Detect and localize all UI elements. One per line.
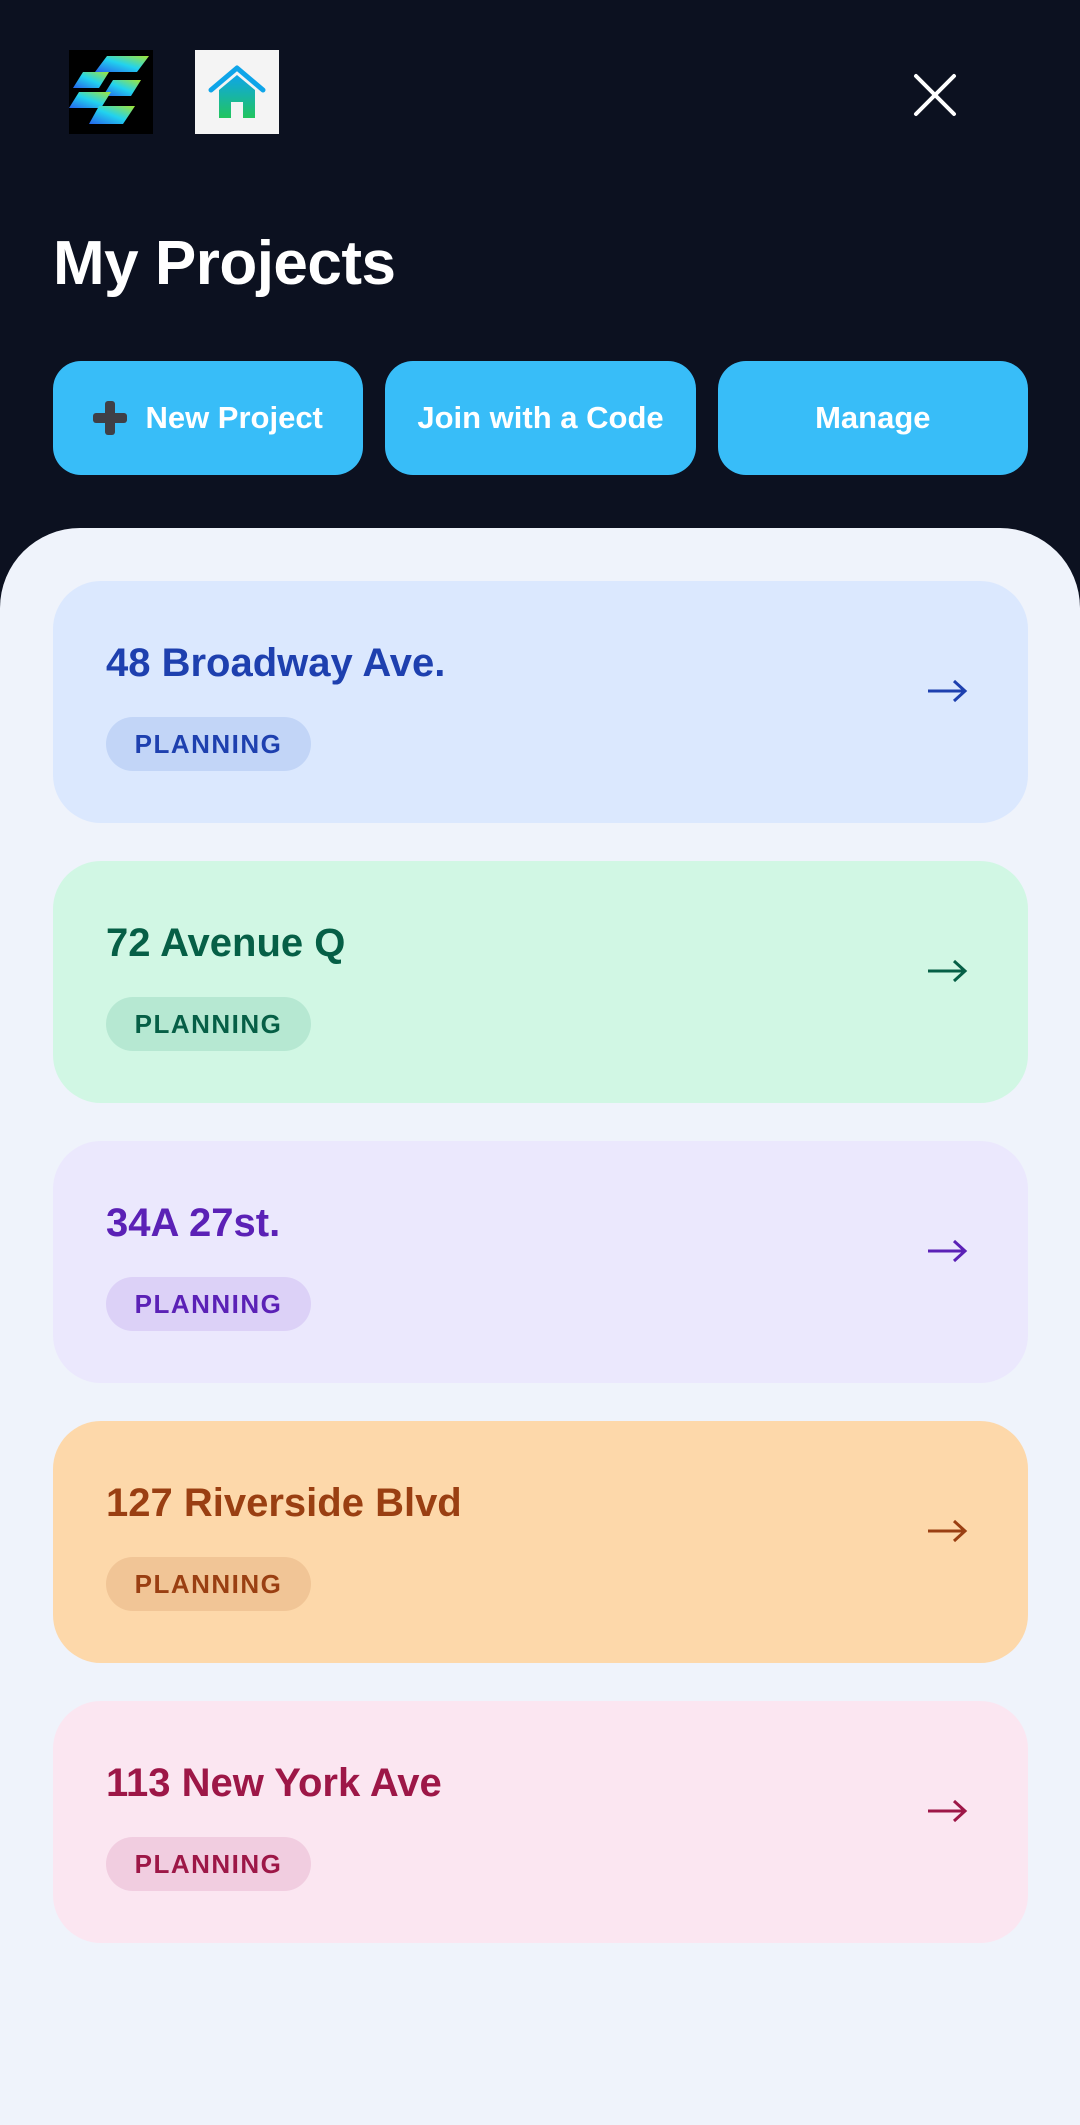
arrow-right-icon — [928, 1519, 968, 1543]
join-with-code-label: Join with a Code — [417, 400, 664, 435]
app-logo-icon — [69, 50, 153, 134]
project-card[interactable]: 72 Avenue Q PLANNING — [53, 861, 1028, 1103]
arrow-right-icon — [928, 1799, 968, 1823]
arrow-right-icon — [928, 959, 968, 983]
project-card[interactable]: 127 Riverside Blvd PLANNING — [53, 1421, 1028, 1663]
project-card[interactable]: 48 Broadway Ave. PLANNING — [53, 581, 1028, 823]
home-icon — [195, 50, 279, 134]
close-button[interactable] — [900, 60, 970, 130]
plus-icon — [93, 401, 128, 435]
status-badge: PLANNING — [106, 1557, 311, 1611]
new-project-button[interactable]: New Project — [53, 361, 364, 475]
project-name: 34A 27st. — [106, 1201, 281, 1245]
project-list: 48 Broadway Ave. PLANNING 72 Avenue Q PL… — [53, 581, 1028, 1981]
page-title: My Projects — [53, 229, 396, 298]
top-bar — [0, 0, 1080, 200]
project-name: 48 Broadway Ave. — [106, 641, 446, 685]
new-project-label: New Project — [145, 400, 323, 435]
manage-label: Manage — [815, 400, 931, 435]
project-name: 127 Riverside Blvd — [106, 1481, 462, 1525]
close-icon — [914, 74, 956, 116]
project-card[interactable]: 34A 27st. PLANNING — [53, 1141, 1028, 1383]
project-name: 113 New York Ave — [106, 1761, 442, 1805]
join-with-code-button[interactable]: Join with a Code — [385, 361, 696, 475]
app-root: My Projects New Project Join with a Code… — [0, 0, 1080, 2125]
arrow-right-icon — [928, 679, 968, 703]
status-badge: PLANNING — [106, 1277, 311, 1331]
manage-button[interactable]: Manage — [717, 361, 1028, 475]
action-bar: New Project Join with a Code Manage — [53, 361, 1028, 475]
projects-sheet: 48 Broadway Ave. PLANNING 72 Avenue Q PL… — [0, 528, 1080, 2125]
project-name: 72 Avenue Q — [106, 921, 346, 965]
arrow-right-icon — [928, 1239, 968, 1263]
project-card[interactable]: 113 New York Ave PLANNING — [53, 1701, 1028, 1943]
status-badge: PLANNING — [106, 997, 311, 1051]
status-badge: PLANNING — [106, 1837, 311, 1891]
status-badge: PLANNING — [106, 717, 311, 771]
